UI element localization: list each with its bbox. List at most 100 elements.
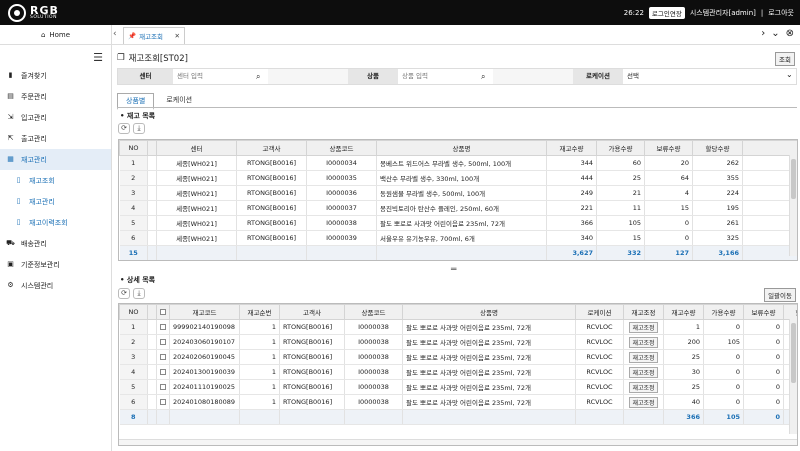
table-row[interactable]: 5 세종[WH021] RTONG[B0016] I0000038 팔도 뽀로로 사과맛… — [119, 215, 797, 231]
sidebar-item-orders[interactable]: ▤ 주문관리 — [0, 86, 111, 107]
col-header[interactable]: 재고수량 — [663, 304, 704, 320]
download-icon[interactable]: ⤓ — [133, 123, 145, 134]
checkbox[interactable] — [160, 369, 166, 375]
table-row[interactable]: 1 999902140190098 1 RTONG[B0016] I0000038 팔도 … — [119, 319, 797, 335]
stock-adjust-button[interactable]: 재고조정 — [629, 381, 658, 393]
col-header[interactable]: 가용수량 — [596, 140, 645, 156]
col-header[interactable]: 재고수량 — [546, 140, 597, 156]
checkbox-cell[interactable] — [156, 319, 170, 335]
table-cell-spacer — [147, 245, 157, 260]
col-header[interactable]: 가용수량 — [703, 304, 744, 320]
bulk-move-button[interactable]: 일괄이동 — [764, 288, 796, 302]
checkbox[interactable] — [160, 309, 166, 315]
download-icon[interactable]: ⤓ — [133, 288, 145, 299]
sidebar-item-stock-manage[interactable]: ▯ 재고관리 — [0, 191, 111, 212]
col-header[interactable]: 고객사 — [279, 304, 345, 320]
select-all-checkbox[interactable] — [156, 304, 170, 320]
location-select[interactable]: 선택 — [623, 69, 796, 84]
chevron-right-icon[interactable]: › — [761, 28, 765, 39]
vertical-scrollbar[interactable] — [789, 155, 797, 256]
splitter-handle[interactable]: ═ — [451, 265, 456, 275]
col-header[interactable]: 상품코드 — [344, 304, 403, 320]
logo[interactable]: RGB SOLUTION — [8, 4, 59, 22]
logout-link[interactable]: 로그아웃 — [768, 8, 794, 18]
stock-adjust-button[interactable]: 재고조정 — [629, 396, 658, 408]
sidebar-item-master-data[interactable]: ▣ 기준정보관리 — [0, 254, 111, 275]
table-row[interactable]: 6 세종[WH021] RTONG[B0016] I0000039 서울우유 유기농우유… — [119, 230, 797, 246]
checkbox-cell[interactable] — [156, 364, 170, 380]
table-cell-spacer — [623, 409, 664, 425]
table-row[interactable]: 2 202403060190107 1 RTONG[B0016] I0000038 팔도 … — [119, 334, 797, 350]
table-row[interactable]: 4 202401300190039 1 RTONG[B0016] I0000038 팔도 … — [119, 364, 797, 380]
col-header[interactable]: 재고순번 — [239, 304, 280, 320]
col-header[interactable]: 고객사 — [236, 140, 307, 156]
checkbox-cell[interactable] — [156, 334, 170, 350]
stock-adjust-button[interactable]: 재고조정 — [629, 366, 658, 378]
col-header[interactable]: 할당수량 — [692, 140, 743, 156]
col-header[interactable]: 로케이션 — [575, 304, 624, 320]
sidebar-item-delivery[interactable]: ⛟ 배송관리 — [0, 233, 111, 254]
sidebar-item-system[interactable]: ⚙ 시스템관리 — [0, 275, 111, 296]
close-icon[interactable]: ✕ — [175, 32, 180, 40]
double-chevron-down-icon[interactable]: ⌄ — [771, 28, 779, 39]
col-header[interactable]: 상품코드 — [306, 140, 377, 156]
close-all-icon[interactable]: ⊗ — [786, 28, 794, 39]
table-cell: 195 — [692, 200, 743, 216]
checkbox[interactable] — [160, 384, 166, 390]
table-row[interactable]: 2 세종[WH021] RTONG[B0016] I0000035 백산수 무라벨 생수… — [119, 170, 797, 186]
refresh-icon[interactable]: ⟳ — [118, 288, 130, 299]
checkbox-cell[interactable] — [156, 394, 170, 410]
product-input[interactable] — [398, 69, 493, 84]
sidebar-item-outbound[interactable]: ⇱ 출고관리 — [0, 128, 111, 149]
col-header[interactable]: 할당수량 — [783, 304, 797, 320]
col-header[interactable]: 보류수량 — [644, 140, 693, 156]
table-cell: RTONG[B0016] — [236, 155, 307, 171]
sidebar-item-favorites[interactable]: ▮ 즐겨찾기 — [0, 65, 111, 86]
horizontal-scrollbar[interactable] — [119, 439, 797, 445]
table-cell: RTONG[B0016] — [236, 200, 307, 216]
extend-login-button[interactable]: 로그인연장 — [648, 7, 685, 19]
home-button[interactable]: ⌂ Home — [0, 25, 112, 45]
search-icon[interactable]: ⌕ — [481, 72, 485, 82]
tab-stock-inquiry[interactable]: 📌 재고조회 ✕ — [123, 27, 185, 44]
stock-list-title: • 재고 목록 — [120, 112, 156, 120]
table-cell-spacer — [575, 409, 624, 425]
sidebar-item-stock-inquiry[interactable]: ▯ 재고조회 — [0, 170, 111, 191]
table-row[interactable]: 4 세종[WH021] RTONG[B0016] I0000037 몽진빅토리아 탄산수… — [119, 200, 797, 216]
col-header[interactable]: 재고조정 — [623, 304, 664, 320]
checkbox[interactable] — [160, 399, 166, 405]
col-header[interactable]: 상품명 — [402, 304, 576, 320]
table-cell-spacer — [147, 364, 157, 380]
sidebar-item-stock-history[interactable]: ▯ 재고이력조회 — [0, 212, 111, 233]
checkbox[interactable] — [160, 339, 166, 345]
footer-total: 332 — [596, 245, 645, 260]
hamburger-icon[interactable]: ☰ — [93, 51, 103, 64]
col-header[interactable]: NO — [119, 304, 148, 320]
vertical-scrollbar[interactable] — [789, 319, 797, 434]
col-header[interactable]: 재고코드 — [169, 304, 240, 320]
table-row[interactable]: 3 세종[WH021] RTONG[B0016] I0000036 동원샘물 무라벨 생… — [119, 185, 797, 201]
search-button[interactable]: 조회 — [775, 52, 795, 66]
table-row[interactable]: 6 202401080180089 1 RTONG[B0016] I0000038 팔도 … — [119, 394, 797, 410]
table-row[interactable]: 5 202401110190025 1 RTONG[B0016] I0000038 팔도 … — [119, 379, 797, 395]
col-header[interactable]: NO — [119, 140, 148, 156]
checkbox-cell[interactable] — [156, 379, 170, 395]
search-icon[interactable]: ⌕ — [256, 72, 260, 82]
chevron-down-icon[interactable]: ⌄ — [786, 70, 793, 79]
table-row[interactable]: 1 세종[WH021] RTONG[B0016] I0000034 몽베스트 위드어스 … — [119, 155, 797, 171]
checkbox[interactable] — [160, 354, 166, 360]
refresh-icon[interactable]: ⟳ — [118, 123, 130, 134]
stock-adjust-button[interactable]: 재고조정 — [629, 321, 658, 333]
checkbox[interactable] — [160, 324, 166, 330]
col-header[interactable]: 상품명 — [376, 140, 547, 156]
chevron-left-icon[interactable]: ‹ — [113, 29, 117, 39]
checkbox-cell[interactable] — [156, 349, 170, 365]
col-header[interactable]: 보류수량 — [743, 304, 784, 320]
sidebar-item-inventory[interactable]: ▦ 재고관리 — [0, 149, 111, 170]
col-header[interactable]: 센터 — [156, 140, 237, 156]
center-input[interactable] — [173, 69, 268, 84]
stock-adjust-button[interactable]: 재고조정 — [629, 351, 658, 363]
table-row[interactable]: 3 202402060190045 1 RTONG[B0016] I0000038 팔도 … — [119, 349, 797, 365]
sidebar-item-inbound[interactable]: ⇲ 입고관리 — [0, 107, 111, 128]
stock-adjust-button[interactable]: 재고조정 — [629, 336, 658, 348]
